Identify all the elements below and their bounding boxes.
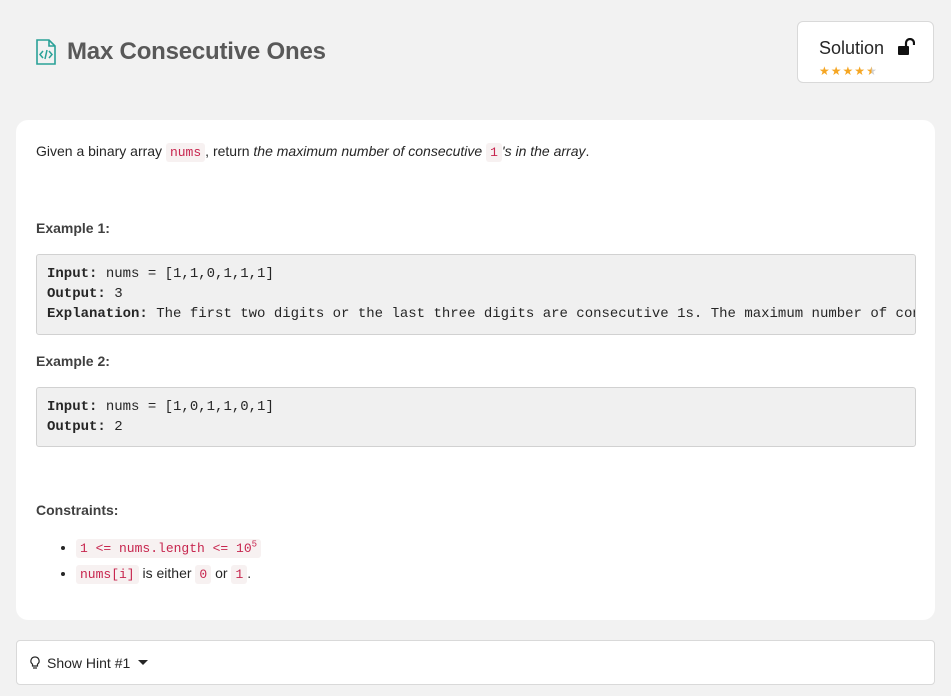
output-value: 2 — [105, 419, 123, 435]
constraint-text: is either — [138, 565, 196, 582]
input-value: nums = [1,1,0,1,1,1] — [97, 266, 274, 282]
star-icon: ★ — [854, 64, 866, 78]
constraint-exponent: 5 — [251, 540, 258, 550]
list-item: nums[i] is either 0 or 1. — [76, 563, 261, 585]
desc-emphasis: 's in the array — [501, 143, 586, 159]
rating-stars: ★ ★ ★ ★ ★ — [819, 65, 877, 77]
output-label: Output: — [47, 286, 106, 302]
example-1-heading: Example 1: — [36, 220, 110, 236]
list-item: 1 <= nums.length <= 105 — [76, 535, 262, 559]
half-star-icon: ★ — [866, 64, 877, 78]
example-2-heading: Example 2: — [36, 353, 110, 369]
unlock-icon — [898, 38, 915, 55]
constraint-code: 1 — [231, 565, 248, 585]
constraint-text: . — [247, 565, 252, 582]
output-label: Output: — [47, 419, 106, 435]
problem-description: Given a binary array nums, return the ma… — [36, 143, 590, 162]
example-2-block: Input: nums = [1,0,1,1,0,1] Output: 2 — [36, 387, 916, 447]
page-header: Max Consecutive Ones — [36, 38, 326, 66]
constraint-code-text: 1 <= nums.length <= 10 — [80, 541, 252, 557]
hint-label: Show Hint #1 — [47, 654, 131, 671]
problem-description-card: Given a binary array nums, return the ma… — [16, 120, 935, 620]
constraint-code: nums[i] — [76, 565, 139, 585]
constraints-heading: Constraints: — [36, 502, 119, 518]
code-file-icon — [36, 39, 56, 65]
explanation-label: Explanation: — [47, 306, 148, 322]
input-label: Input: — [47, 266, 98, 282]
constraint-text: or — [211, 565, 232, 582]
constraint-code: 1 <= nums.length <= 105 — [76, 539, 262, 559]
page-title: Max Consecutive Ones — [67, 38, 326, 65]
example-1-block: Input: nums = [1,1,0,1,1,1] Output: 3 Ex… — [36, 254, 916, 335]
show-hint-button[interactable]: Show Hint #1 — [16, 640, 935, 685]
star-icon: ★ — [819, 64, 830, 78]
star-icon: ★ — [842, 64, 854, 78]
output-value: 3 — [105, 286, 123, 302]
desc-text: Given a binary array — [36, 143, 166, 159]
code-one: 1 — [486, 143, 502, 162]
desc-text: . — [585, 143, 590, 159]
solution-button[interactable]: Solution ★ ★ ★ ★ ★ — [797, 21, 934, 83]
constraints-list: 1 <= nums.length <= 105 nums[i] is eithe… — [36, 535, 262, 589]
lightbulb-icon — [30, 655, 40, 669]
chevron-down-icon — [138, 660, 149, 665]
explanation-value: The first two digits or the last three d… — [156, 306, 915, 322]
desc-text: , return — [205, 143, 254, 159]
solution-label: Solution — [819, 38, 885, 58]
code-nums: nums — [165, 143, 206, 162]
star-icon: ★ — [830, 64, 842, 78]
input-value: nums = [1,0,1,1,0,1] — [97, 399, 274, 415]
desc-emphasis: the maximum number of consecutive — [253, 143, 487, 159]
input-label: Input: — [47, 399, 98, 415]
constraint-code: 0 — [195, 565, 212, 585]
